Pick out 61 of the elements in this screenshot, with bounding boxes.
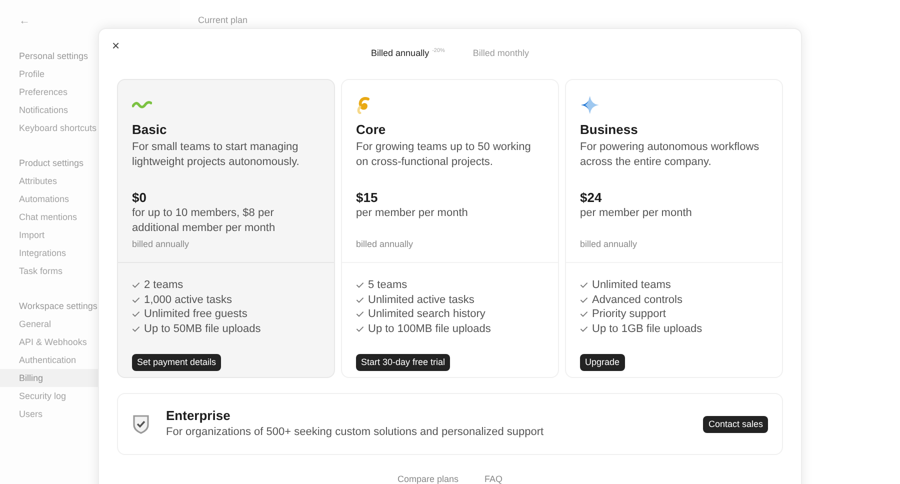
feature-text: Unlimited free guests xyxy=(144,307,248,322)
footer-link[interactable]: Compare plans xyxy=(397,473,458,484)
plan-name: Business xyxy=(580,122,639,138)
plan-name: Core xyxy=(356,122,387,138)
plan-description: For small teams to start managing lightweight projects autonomously. xyxy=(132,140,300,170)
billing-note: billed annually xyxy=(580,238,638,250)
feature-text: Unlimited teams xyxy=(592,278,671,292)
sidebar-item[interactable]: General xyxy=(19,315,52,333)
back-icon[interactable]: ← xyxy=(19,16,30,27)
sidebar-item[interactable]: Integrations xyxy=(19,244,66,262)
contact-sales-button[interactable]: Contact sales xyxy=(703,416,768,432)
feature-text: Priority support xyxy=(592,307,666,322)
sidebar-heading: Workspace settings xyxy=(19,300,98,313)
feature-text: 5 teams xyxy=(368,278,408,292)
plan-button[interactable]: Start 30-day free trial xyxy=(356,354,450,371)
plan-name: Basic xyxy=(132,122,168,138)
billing-tab[interactable]: Billed monthly xyxy=(472,49,529,61)
sidebar-item[interactable]: Authentication xyxy=(19,351,76,369)
enterprise-title: Enterprise xyxy=(166,408,232,424)
price-note: per member per month xyxy=(356,206,469,221)
sidebar-item[interactable]: Automations xyxy=(19,190,70,208)
feature-text: Up to 100MB file uploads xyxy=(368,322,491,336)
sidebar-item[interactable]: Attributes xyxy=(19,172,58,190)
page-heading: Current plan xyxy=(198,15,248,25)
wave-icon xyxy=(132,100,152,110)
close-button[interactable]: × xyxy=(112,39,120,52)
feature-text: Advanced controls xyxy=(592,292,682,307)
footer-link[interactable]: FAQ xyxy=(484,473,503,484)
feature-text: 1,000 active tasks xyxy=(144,292,232,307)
sidebar-item[interactable]: Profile xyxy=(19,65,45,83)
sidebar-heading: Product settings xyxy=(19,157,84,170)
billing-note: billed annually xyxy=(132,238,190,250)
feature-text: Up to 1GB file uploads xyxy=(592,322,702,336)
plan-price: $0 xyxy=(132,190,148,206)
shield-check-icon xyxy=(132,414,150,434)
feature-text: Unlimited search history xyxy=(368,307,486,322)
plan-description: For growing teams up to 50 working on cross-functional projects. xyxy=(356,140,532,170)
sidebar-heading: Personal settings xyxy=(19,50,88,63)
feature-text: Up to 50MB file uploads xyxy=(144,322,261,336)
feature-text: Unlimited active tasks xyxy=(368,292,474,307)
price-note: for up to 10 members, $8 per additional member per month xyxy=(132,206,276,236)
sidebar-item[interactable]: Users xyxy=(19,405,43,423)
sidebar-item[interactable]: Task forms xyxy=(19,262,63,280)
enterprise-description: For organizations of 500+ seeking custom solutions and personalized support xyxy=(166,425,545,440)
plan-button[interactable]: Set payment details xyxy=(132,354,222,371)
price-note: per member per month xyxy=(580,206,693,221)
sparkle-icon xyxy=(580,95,600,115)
sidebar-item[interactable]: Notifications xyxy=(19,101,68,119)
feature-text: 2 teams xyxy=(144,278,184,292)
billing-note: billed annually xyxy=(356,238,414,250)
plan-button[interactable]: Upgrade xyxy=(580,354,625,371)
plan-price: $24 xyxy=(580,190,603,206)
sidebar-item[interactable]: Import xyxy=(19,226,45,244)
sidebar-item[interactable]: Preferences xyxy=(19,83,68,101)
sidebar-item[interactable]: Keyboard shortcuts xyxy=(19,119,97,137)
sidebar-item[interactable]: Chat mentions xyxy=(19,208,78,226)
swirl-icon xyxy=(356,96,372,114)
plan-price: $15 xyxy=(356,190,379,206)
sidebar-item[interactable]: Security log xyxy=(19,387,66,405)
sidebar-item[interactable]: API & Webhooks xyxy=(19,333,87,351)
plan-description: For powering autonomous workflows across the entire company. xyxy=(580,140,760,170)
